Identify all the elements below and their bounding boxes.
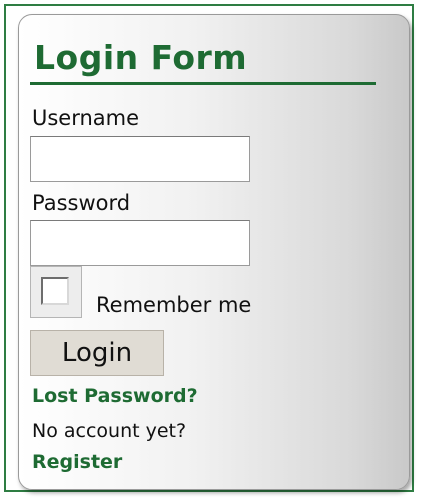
title-underline: [30, 82, 376, 85]
remember-me-label: Remember me: [96, 293, 252, 317]
password-label: Password: [32, 191, 131, 215]
password-input[interactable]: [30, 220, 250, 266]
lost-password-link[interactable]: Lost Password?: [32, 384, 198, 408]
form-title: Login Form: [34, 38, 248, 77]
username-label: Username: [32, 106, 140, 130]
login-button[interactable]: Login: [30, 330, 164, 376]
username-input[interactable]: [30, 136, 250, 182]
no-account-text: No account yet?: [32, 420, 187, 442]
remember-checkbox[interactable]: [30, 266, 82, 318]
register-link[interactable]: Register: [32, 450, 122, 474]
checkbox-square-icon: [41, 277, 69, 305]
